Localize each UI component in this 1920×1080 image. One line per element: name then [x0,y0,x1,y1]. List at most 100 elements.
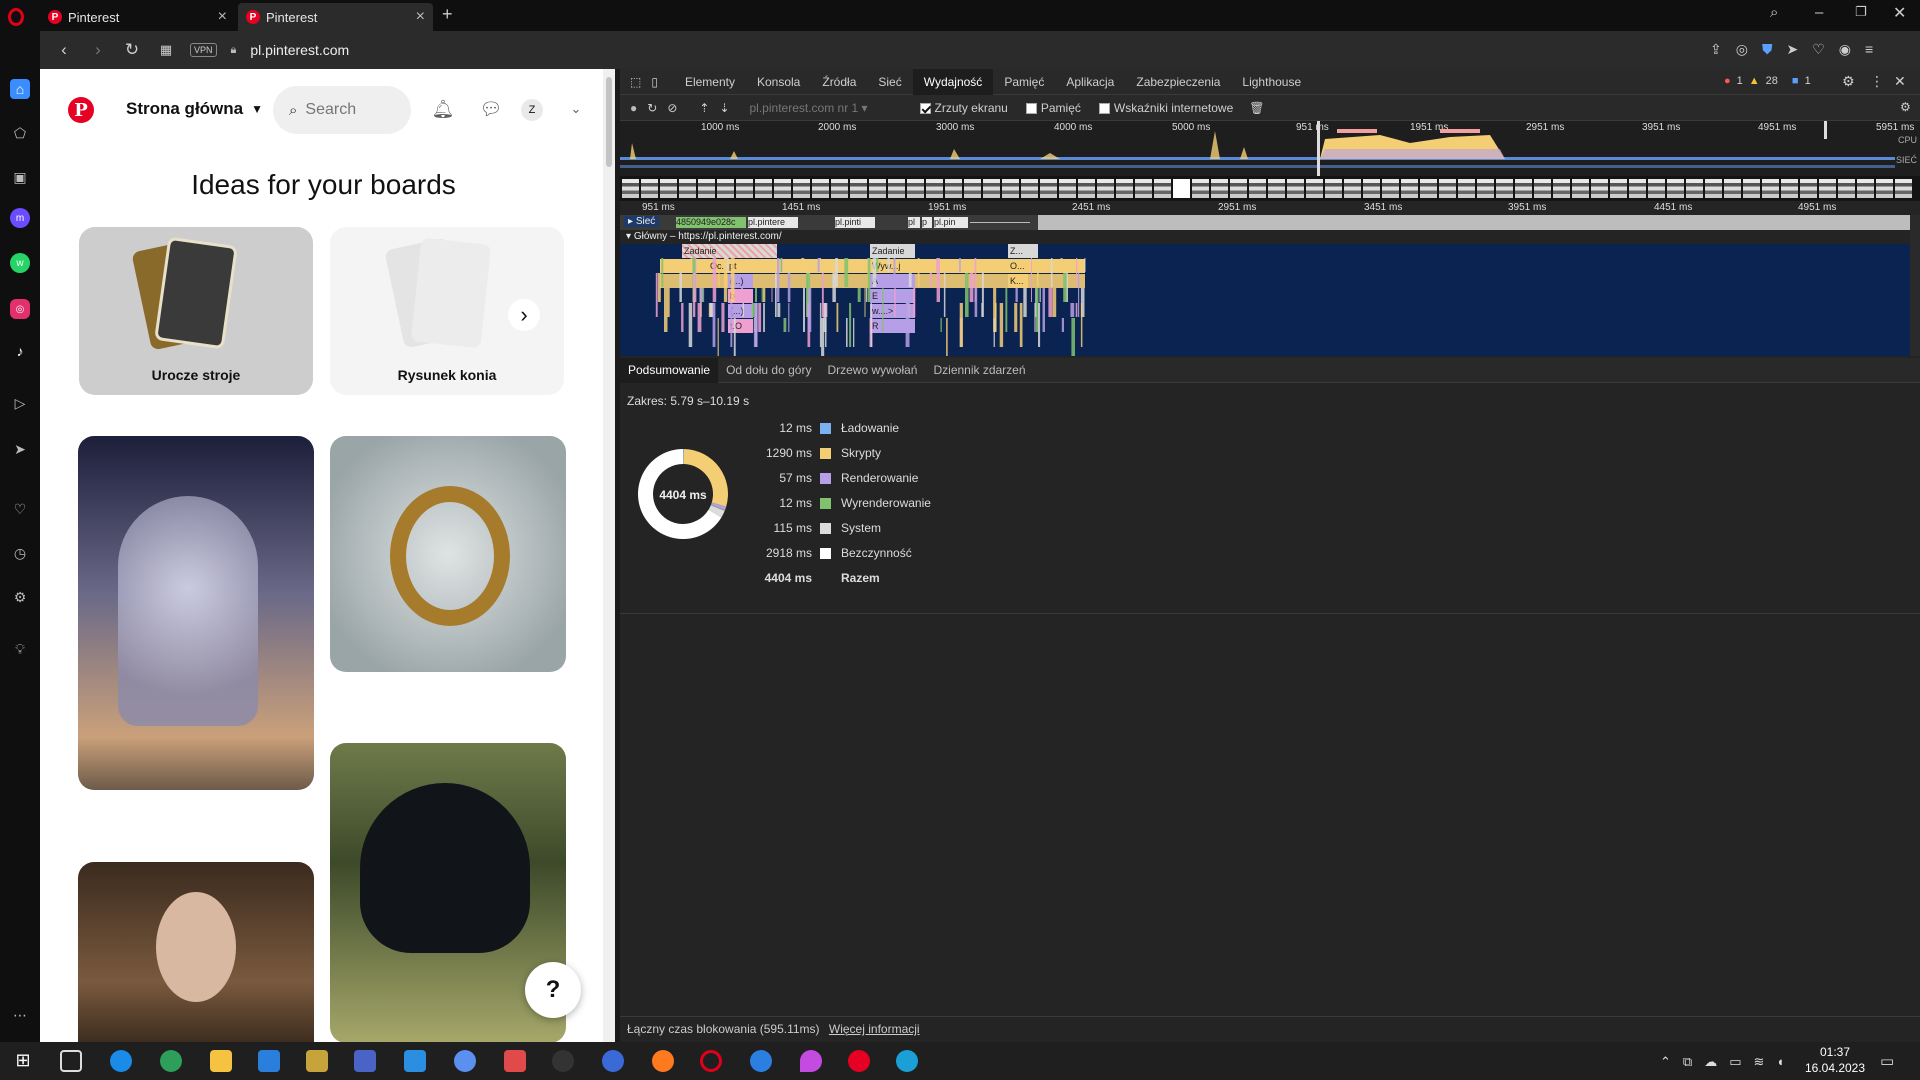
boards-next-button[interactable]: › [508,299,540,331]
settings-gear-icon[interactable]: ⚙ [1842,73,1855,90]
history-icon[interactable]: ◷ [10,543,30,563]
trash-icon[interactable]: 🗑︎ [1249,101,1264,115]
screenshot-frame[interactable] [1116,179,1133,198]
screenshot-frame[interactable] [1534,179,1551,198]
screenshot-frame[interactable] [850,179,867,198]
clock-time[interactable]: 01:37 [1802,1045,1868,1059]
screenshot-frame[interactable] [1819,179,1836,198]
pin-image-woman[interactable] [78,862,314,1042]
screenshot-frame[interactable] [679,179,696,198]
player-icon[interactable]: ▷ [10,393,30,413]
screenshot-frame[interactable] [964,179,981,198]
network-request[interactable]: 4850949e028c [676,217,746,228]
tab-od-dolu-do-gory[interactable]: Od dołu do góry [718,358,819,383]
tabs-grid-icon[interactable]: ▦ [156,42,176,58]
network-track[interactable]: ▸ Sieć 4850949e028c pl.pintere pl.pinti … [620,215,1910,230]
screenshot-frame[interactable] [1648,179,1665,198]
screenshot-frame[interactable] [869,179,886,198]
url-field[interactable]: pl.pinterest.com [250,42,349,58]
lightbulb-icon[interactable]: 💡︎ [10,639,30,659]
edge-icon[interactable] [110,1050,132,1072]
network-request[interactable]: p [922,217,932,228]
screenshot-frame[interactable] [1097,179,1114,198]
screenshot-frame[interactable] [1230,179,1247,198]
screenshot-frame[interactable] [1762,179,1779,198]
screenshot-frame[interactable] [1800,179,1817,198]
screenshot-frame[interactable] [1458,179,1475,198]
screenshot-frame[interactable] [1515,179,1532,198]
clear-icon[interactable]: ⊘ [667,101,677,115]
search-tabs-icon[interactable]: ⌕ [1770,4,1778,21]
menu-icon[interactable]: ≡ [1865,41,1873,58]
file-explorer-icon[interactable] [210,1050,232,1072]
app-icon[interactable] [354,1050,376,1072]
tab-close-icon[interactable]: × [218,8,227,26]
screenshot-frame[interactable] [1344,179,1361,198]
more-icon[interactable]: ⋯ [10,1005,30,1025]
screenshot-frame[interactable] [831,179,848,198]
screenshot-frame[interactable] [1268,179,1285,198]
share-icon[interactable]: ⇪ [1710,41,1722,58]
screenshot-frame[interactable] [755,179,772,198]
whatsapp-icon[interactable]: w [10,253,30,273]
app-icon[interactable] [800,1050,822,1072]
screenshot-frame[interactable] [1382,179,1399,198]
screenshot-frame[interactable] [1040,179,1057,198]
restore-icon[interactable]: ❐ [1855,4,1867,20]
screenshot-frame[interactable] [1553,179,1570,198]
screenshot-frame[interactable] [1743,179,1760,198]
tab-dziennik-zdarzen[interactable]: Dziennik zdarzeń [925,358,1033,383]
pinterest-app-icon[interactable] [848,1050,870,1072]
screenshot-frame[interactable] [1724,179,1741,198]
web-vitals-checkbox[interactable]: Wskaźniki internetowe [1098,101,1233,115]
account-chevron-icon[interactable]: ⌄ [564,97,588,121]
screenshot-frame[interactable] [907,179,924,198]
tab-podsumowanie[interactable]: Podsumowanie [620,357,719,383]
screenshot-frame[interactable] [736,179,753,198]
flamechart-scrollbar[interactable] [1910,215,1920,356]
clock-date[interactable]: 16.04.2023 [1802,1061,1868,1075]
tiktok-icon[interactable]: ♪ [10,341,30,361]
inspect-element-icon[interactable]: ⬚ [620,69,647,95]
back-icon[interactable]: ‹ [54,40,74,60]
messages-icon[interactable]: 💬︎ [479,97,503,121]
task-view-icon[interactable] [60,1050,82,1072]
send-icon[interactable]: ➤ [1786,41,1798,58]
tab-pamiec[interactable]: Pamięć [993,69,1055,95]
main-thread-header[interactable]: ▾ Główny – https://pl.pinterest.com/ [620,230,1910,244]
screenshot-frame[interactable] [1173,179,1190,198]
notifications-bell-icon[interactable]: 🔔︎ [431,97,455,121]
help-button[interactable]: ? [525,962,581,1018]
screenshots-checkbox[interactable]: Zrzuty ekranu [919,101,1008,115]
screenshot-frame[interactable] [1496,179,1513,198]
screenshot-frame[interactable] [1838,179,1855,198]
device-toolbar-icon[interactable]: ▯ [647,69,674,95]
app-icon[interactable] [258,1050,280,1072]
network-track-label[interactable]: ▸ Sieć [624,216,660,227]
screenshot-frame[interactable] [983,179,1000,198]
opera-logo-icon[interactable] [8,8,24,26]
network-request[interactable]: pl.pinti [835,217,875,228]
minimize-icon[interactable]: – [1815,4,1823,21]
memory-checkbox[interactable]: Pamięć [1025,101,1081,115]
network-request[interactable]: pl.pin [934,217,968,228]
screenshot-frame[interactable] [1002,179,1019,198]
reload-record-icon[interactable]: ↻ [647,101,657,115]
screenshot-frame[interactable] [1686,179,1703,198]
close-window-icon[interactable]: ✕ [1893,3,1906,23]
tab-lighthouse[interactable]: Lighthouse [1231,69,1312,95]
tab-konsola[interactable]: Konsola [746,69,811,95]
wifi-icon[interactable]: ≋ [1754,1054,1765,1070]
upload-icon[interactable]: ⇡ [699,101,709,115]
screenshot-frame[interactable] [1287,179,1304,198]
tab-zabezpieczenia[interactable]: Zabezpieczenia [1125,69,1231,95]
screenshot-frame[interactable] [1629,179,1646,198]
notifications-icon[interactable]: ▭ [1880,1052,1894,1070]
app-icon[interactable] [454,1050,476,1072]
screenshot-frame[interactable] [926,179,943,198]
screenshot-frame[interactable] [1667,179,1684,198]
screenshot-frame[interactable] [1781,179,1798,198]
screenshot-frame[interactable] [641,179,658,198]
more-options-icon[interactable]: ⋮ [1870,73,1884,90]
volume-icon[interactable]: ◖ [1776,1054,1784,1070]
